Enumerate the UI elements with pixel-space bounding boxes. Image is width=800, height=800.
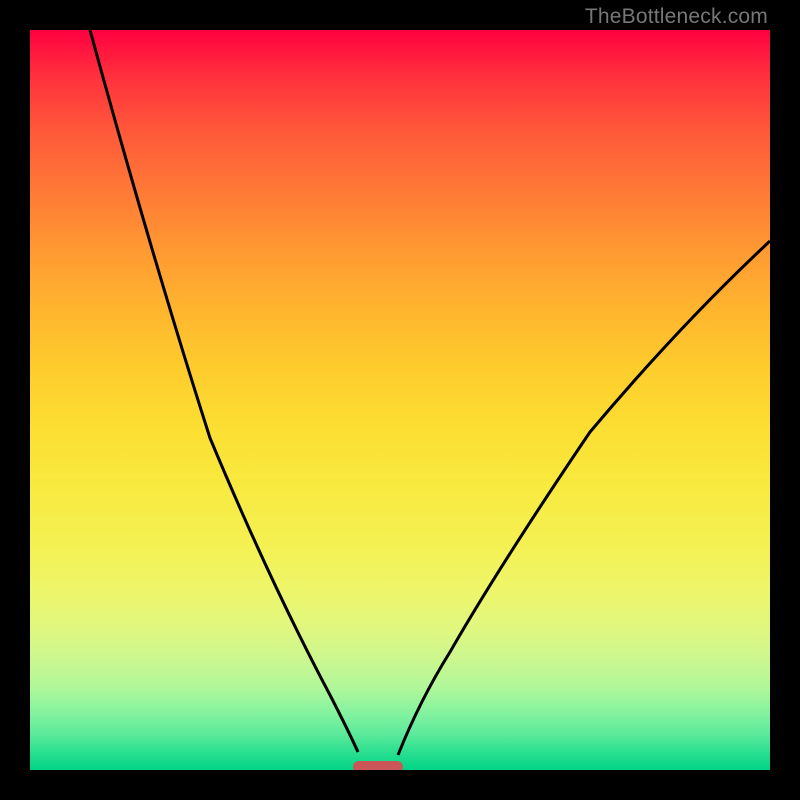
watermark-text: TheBottleneck.com <box>585 5 768 29</box>
chart-frame: TheBottleneck.com <box>0 0 800 800</box>
bottleneck-marker <box>353 761 403 770</box>
curves-svg <box>30 30 770 770</box>
right-curve <box>398 241 770 755</box>
plot-area <box>30 30 770 770</box>
left-curve <box>90 30 358 752</box>
